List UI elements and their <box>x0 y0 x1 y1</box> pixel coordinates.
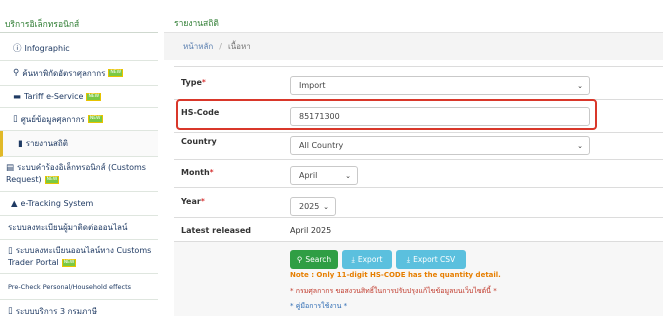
new-badge: NEW <box>61 258 77 267</box>
sidebar-item-visitor-registration[interactable]: ระบบลงทะเบียนผู้มาติดต่อออนไลน์ <box>0 216 158 240</box>
month-label: Month* <box>181 168 214 177</box>
chevron-down-icon: ⌄ <box>577 81 583 90</box>
breadcrumb: หน้าหลัก / เนื้อหา <box>164 33 663 60</box>
latest-released-row: Latest released April 2025 <box>174 217 663 242</box>
sidebar-item-statistics[interactable]: ▮ รายงานสถิติ <box>0 131 158 157</box>
sidebar-heading: บริการอิเล็กทรอนิกส์ <box>5 20 80 30</box>
sidebar-item-etracking[interactable]: ▲ e-Tracking System <box>0 192 158 216</box>
sidebar-item-label: ศูนย์ข้อมูลศุลกากร <box>20 114 85 124</box>
download-icon: ⤓ <box>351 254 355 264</box>
sidebar-item-trader-portal[interactable]: ▯ ระบบลงทะเบียนออนไลน์ทาง Customs Trader … <box>0 240 158 274</box>
new-badge: NEW <box>87 115 103 123</box>
year-label: Year* <box>181 197 205 206</box>
box-icon: ▯ <box>8 246 13 256</box>
sidebar: บริการอิเล็กทรอนิกส์ ⓘ Infographic ⚲ ค้น… <box>0 0 158 322</box>
sidebar-item-tariff-search[interactable]: ⚲ ค้นหาพิกัดอัตราศุลกากร NEW <box>0 61 158 86</box>
latest-released-label: Latest released <box>181 226 251 235</box>
search-button[interactable]: ⚲ Search <box>290 250 338 269</box>
search-icon: ⚲ <box>296 255 303 264</box>
sidebar-item-label: ระบบลงทะเบียนออนไลน์ทาง Customs Trader P… <box>8 246 152 267</box>
quantity-note: Note : Only 11-digit HS-CODE has the qua… <box>290 271 501 279</box>
actions-row: ⚲ Search ⤓ Export ⤓ Export CSV Note : Only … <box>174 241 663 316</box>
country-select[interactable]: All Country ⌄ <box>290 136 590 155</box>
breadcrumb-current: เนื้อหา <box>227 42 251 51</box>
export-button[interactable]: ⤓ Export <box>342 250 392 269</box>
info-icon: ⓘ <box>13 44 22 54</box>
latest-released-value: April 2025 <box>290 226 332 235</box>
box-icon: ▯ <box>13 114 18 124</box>
sidebar-divider <box>0 32 158 33</box>
sidebar-item-label: ค้นหาพิกัดอัตราศุลกากร <box>22 68 106 78</box>
chart-icon: ▮ <box>18 138 23 149</box>
sidebar-item-label: Tariff e-Service <box>24 92 84 101</box>
chevron-down-icon: ⌄ <box>577 141 583 150</box>
type-row: Type* Import ⌄ <box>174 66 663 100</box>
sidebar-item-label: ระบบลงทะเบียนผู้มาติดต่อออนไลน์ <box>8 223 128 232</box>
sidebar-item-label: e-Tracking System <box>20 199 94 208</box>
type-label: Type* <box>181 78 206 87</box>
box-icon: ▯ <box>8 306 13 316</box>
breadcrumb-home[interactable]: หน้าหลัก <box>183 40 213 53</box>
year-select[interactable]: 2025 ⌄ <box>290 197 336 216</box>
sidebar-item-label: รายงานสถิติ <box>25 139 68 148</box>
year-row: Year* 2025 ⌄ <box>174 187 663 218</box>
sidebar-item-label: Infographic <box>24 43 70 53</box>
country-label: Country <box>181 137 217 146</box>
sidebar-item-label: Pre-Check Personal/Household effects <box>8 282 132 291</box>
month-row: Month* April ⌄ <box>174 159 663 188</box>
new-badge: NEW <box>108 69 124 77</box>
sidebar-item-data-center[interactable]: ▯ ศูนย์ข้อมูลศุลกากร NEW <box>0 108 158 131</box>
truck-icon: ▲ <box>11 198 18 209</box>
hscode-highlight <box>176 99 597 130</box>
new-badge: NEW <box>86 92 102 101</box>
new-badge: NEW <box>44 175 60 184</box>
sidebar-item-customs-request[interactable]: ▤ ระบบคำร้องอิเล็กทรอนิกส์ (Customs Reque… <box>0 157 158 192</box>
sidebar-item-precheck[interactable]: Pre-Check Personal/Household effects <box>0 274 158 300</box>
type-select[interactable]: Import ⌄ <box>290 76 590 95</box>
chevron-down-icon: ⌄ <box>323 202 329 211</box>
month-select[interactable]: April ⌄ <box>290 166 358 185</box>
download-icon: ⤓ <box>406 254 411 264</box>
update-note: * กรมศุลกากร ขอสงวนสิทธิ์ในการปรับปรุงแก… <box>290 287 497 295</box>
sidebar-item-label: ระบบคำร้องอิเล็กทรอนิกส์ (Customs Reques… <box>6 163 146 184</box>
sidebar-item-three-tax-service[interactable]: ▯ ระบบบริการ 3 กรมภาษี <box>0 300 158 322</box>
country-row: Country All Country ⌄ <box>174 132 663 160</box>
card-icon: ▬ <box>13 91 22 102</box>
printer-icon: ▤ <box>6 163 15 173</box>
sidebar-item-tariff-eservice[interactable]: ▬ Tariff e-Service NEW <box>0 86 158 108</box>
sidebar-item-label: ระบบบริการ 3 กรมภาษี <box>15 306 98 316</box>
search-icon: ⚲ <box>13 68 20 78</box>
sidebar-item-infographic[interactable]: ⓘ Infographic <box>0 36 158 61</box>
user-manual-link[interactable]: * คู่มือการใช้งาน * <box>290 301 347 312</box>
chevron-down-icon: ⌄ <box>345 171 351 180</box>
export-csv-button[interactable]: ⤓ Export CSV <box>396 250 466 269</box>
breadcrumb-separator: / <box>219 42 222 51</box>
page-title: รายงานสถิติ <box>174 19 219 29</box>
